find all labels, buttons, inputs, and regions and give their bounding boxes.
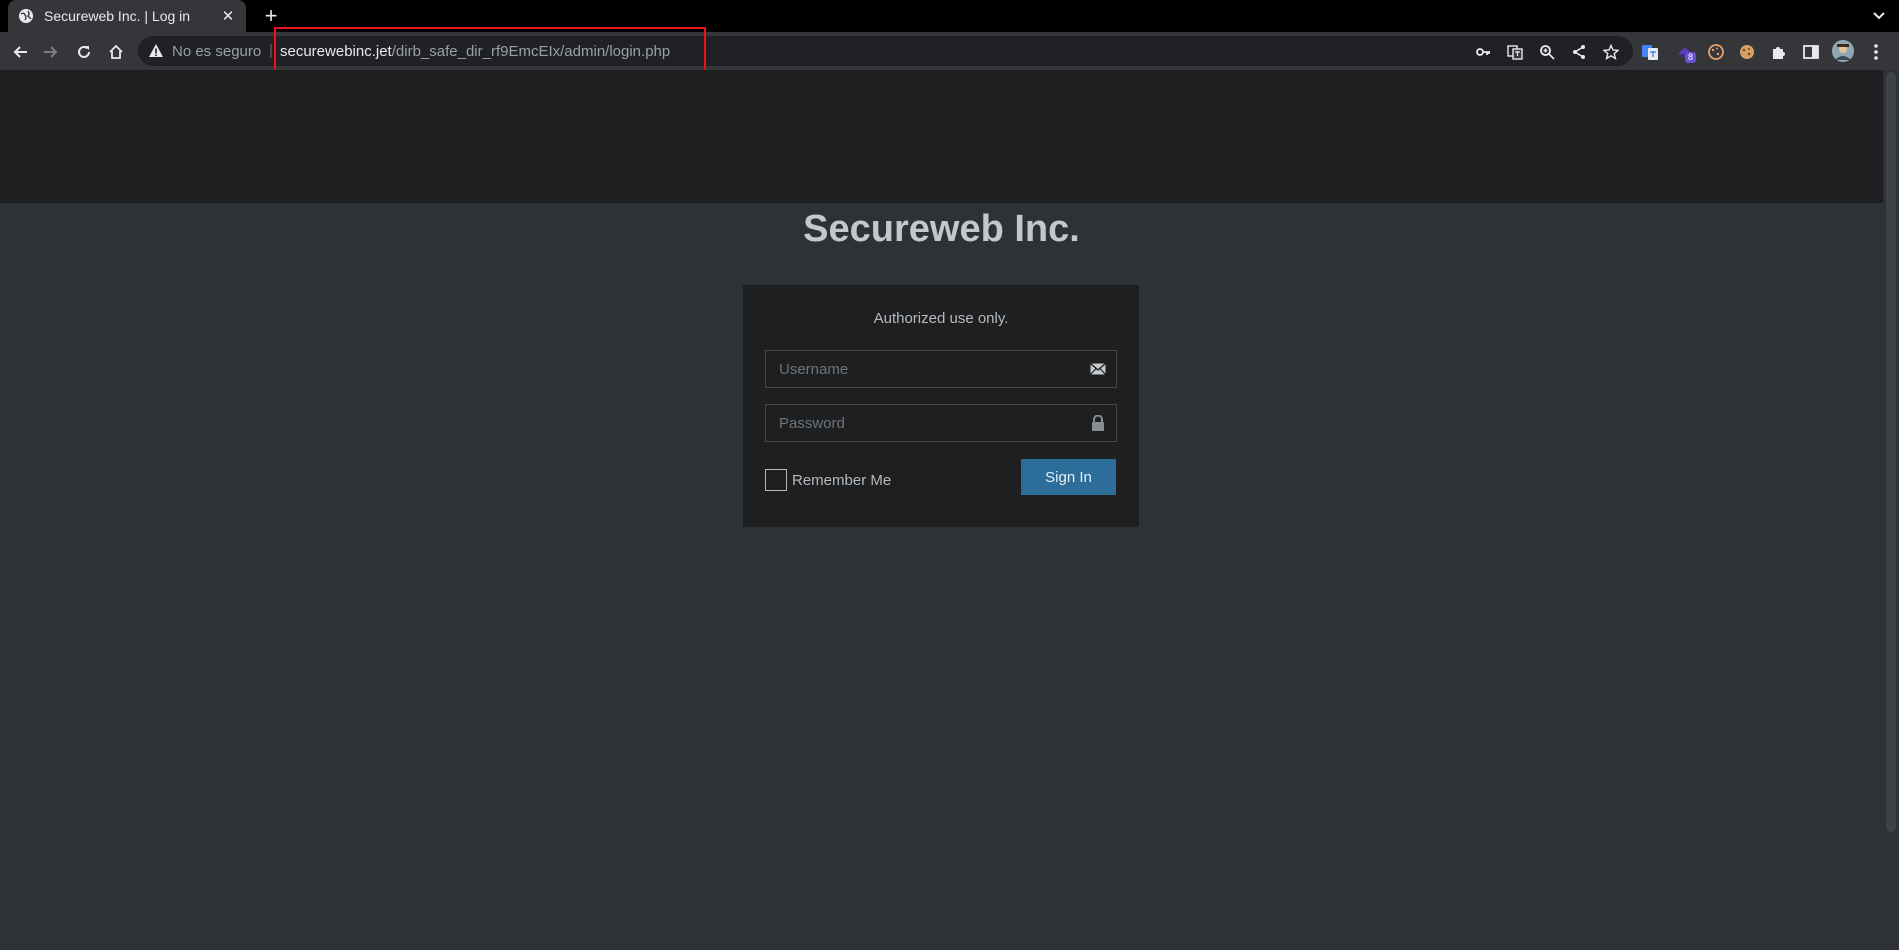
sign-in-button[interactable]: Sign In bbox=[1021, 459, 1116, 495]
password-field bbox=[765, 404, 1117, 442]
browser-toolbar: No es seguro | securewebinc.jet/dirb_saf… bbox=[0, 32, 1899, 70]
warning-icon[interactable] bbox=[148, 43, 164, 59]
new-tab-button[interactable]: + bbox=[258, 3, 284, 29]
back-button[interactable] bbox=[8, 40, 32, 64]
scrollbar-thumb[interactable] bbox=[1886, 72, 1896, 832]
url-path: /dirb_safe_dir_rf9EmcEIx/admin/login.php bbox=[391, 43, 671, 60]
lock-icon bbox=[1090, 415, 1106, 431]
remember-me-label: Remember Me bbox=[792, 471, 892, 489]
password-input[interactable] bbox=[766, 405, 1076, 441]
tab-search-chevron-icon[interactable] bbox=[1869, 6, 1889, 26]
bookmark-star-icon[interactable] bbox=[1602, 43, 1620, 61]
translate-icon[interactable] bbox=[1506, 43, 1524, 61]
url-host: securewebinc.jet bbox=[280, 43, 392, 60]
profile-avatar[interactable] bbox=[1832, 40, 1854, 62]
browser-tab[interactable]: Secureweb Inc. | Log in ✕ bbox=[8, 0, 246, 32]
globe-icon bbox=[18, 8, 34, 24]
security-label[interactable]: No es seguro bbox=[172, 43, 261, 60]
omnibox-separator: | bbox=[269, 42, 273, 59]
back-arrow-icon bbox=[13, 46, 27, 58]
reload-button[interactable] bbox=[72, 40, 96, 64]
forward-button[interactable] bbox=[39, 40, 63, 64]
extension-hat-icon[interactable]: 8 bbox=[1675, 42, 1697, 63]
menu-kebab-icon[interactable] bbox=[1866, 42, 1886, 62]
reload-icon bbox=[78, 45, 90, 58]
tab-strip: Secureweb Inc. | Log in ✕ + bbox=[0, 0, 1899, 32]
side-panel-icon[interactable] bbox=[1801, 42, 1821, 62]
page-header-bar bbox=[0, 70, 1883, 203]
tab-close-icon[interactable]: ✕ bbox=[220, 7, 236, 25]
username-input[interactable] bbox=[766, 351, 1076, 387]
login-message: Authorized use only. bbox=[873, 310, 1009, 327]
extension-badge: 8 bbox=[1685, 52, 1697, 63]
address-bar[interactable]: No es seguro | securewebinc.jet/dirb_saf… bbox=[138, 36, 1633, 66]
cookie-icon[interactable] bbox=[1706, 42, 1726, 62]
key-icon[interactable] bbox=[1474, 43, 1492, 61]
site-title: Secureweb Inc. bbox=[803, 208, 1080, 250]
remember-me-option[interactable]: Remember Me bbox=[765, 469, 891, 491]
cookie-editor-icon[interactable] bbox=[1737, 42, 1757, 62]
home-icon bbox=[109, 44, 123, 59]
forward-arrow-icon bbox=[44, 46, 58, 58]
translate-extension-icon[interactable] bbox=[1640, 42, 1660, 62]
zoom-icon[interactable] bbox=[1538, 43, 1556, 61]
envelope-icon bbox=[1090, 361, 1106, 377]
puzzle-extensions-icon[interactable] bbox=[1769, 42, 1789, 62]
share-icon[interactable] bbox=[1570, 43, 1588, 61]
login-box: Authorized use only. Remember Me Sign In bbox=[743, 285, 1139, 527]
url-text[interactable]: securewebinc.jet/dirb_safe_dir_rf9EmcEIx… bbox=[280, 43, 670, 60]
tab-title: Secureweb Inc. | Log in bbox=[44, 8, 191, 24]
home-button[interactable] bbox=[104, 40, 128, 64]
remember-me-checkbox[interactable] bbox=[765, 469, 787, 491]
username-field bbox=[765, 350, 1117, 388]
